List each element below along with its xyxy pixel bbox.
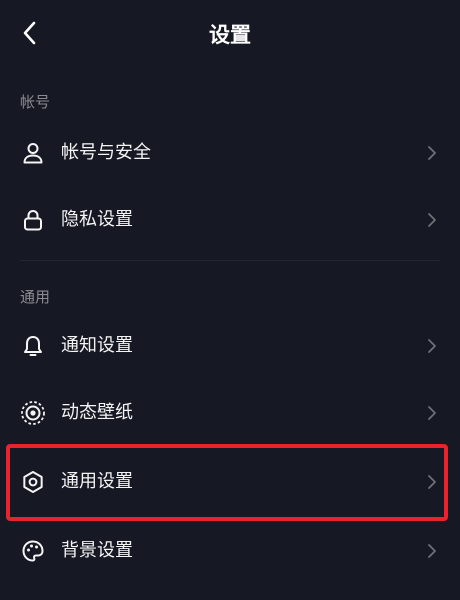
settings-item-background[interactable]: 背景设置 xyxy=(0,521,460,581)
section-label-general: 通用 xyxy=(20,288,51,306)
settings-item-label: 通知设置 xyxy=(61,335,133,356)
chevron-right-icon xyxy=(426,542,438,560)
bell-icon xyxy=(20,333,46,359)
chevron-right-icon xyxy=(426,144,438,162)
settings-item-privacy[interactable]: 隐私设置 xyxy=(0,190,460,250)
highlight-annotation-box xyxy=(6,444,448,521)
page-title: 设置 xyxy=(209,23,251,47)
section-divider xyxy=(20,260,440,261)
chevron-right-icon xyxy=(426,211,438,229)
lock-icon xyxy=(20,207,46,233)
header-bar: 设置 xyxy=(0,0,460,70)
palette-icon xyxy=(20,538,46,564)
settings-item-label: 背景设置 xyxy=(61,540,133,561)
chevron-right-icon xyxy=(426,337,438,355)
user-icon xyxy=(20,140,46,166)
settings-item-account-security[interactable]: 帐号与安全 xyxy=(0,123,460,183)
settings-item-label: 帐号与安全 xyxy=(61,142,151,163)
settings-item-label: 隐私设置 xyxy=(61,209,133,230)
chevron-right-icon xyxy=(426,404,438,422)
live-wallpaper-icon xyxy=(20,400,46,426)
section-label-account: 帐号 xyxy=(20,93,51,111)
settings-item-live-wallpaper[interactable]: 动态壁纸 xyxy=(0,383,460,443)
settings-item-notifications[interactable]: 通知设置 xyxy=(0,316,460,376)
settings-item-label: 动态壁纸 xyxy=(61,402,133,423)
